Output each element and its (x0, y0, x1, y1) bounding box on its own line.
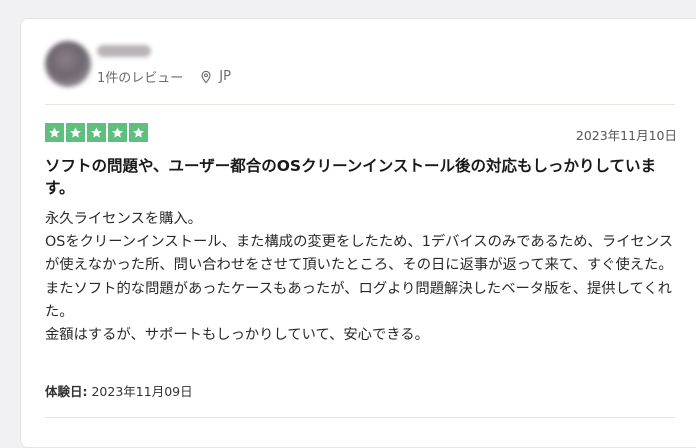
reviewer-country: JP (219, 69, 231, 84)
avatar[interactable] (45, 41, 91, 87)
experience-date-label: 体験日: (45, 384, 88, 399)
review-paragraph: またソフト的な問題があったケースもあったが、ログより問題解決したベータ版を、提供… (45, 280, 672, 320)
review-paragraph: 永久ライセンスを購入。 (45, 211, 202, 227)
review-count: 1件のレビュー (97, 71, 184, 86)
star-icon (108, 123, 127, 142)
review-date: 2023年11月10日 (575, 128, 677, 143)
reviewer-info: 1件のレビュー JP (45, 41, 675, 111)
divider (45, 104, 675, 105)
reviewer-name-blurred[interactable] (97, 45, 151, 57)
reviewer-meta: 1件のレビュー JP (97, 67, 231, 86)
review-paragraph: 金額はするが、サポートもしっかりしていて、安心できる。 (45, 327, 429, 344)
experience-date-value: 2023年11月09日 (91, 384, 193, 399)
star-icon (45, 123, 64, 142)
review-card: 1件のレビュー JP 2023年11月10日 ソフトの問題や、ユーザー都合のOS… (20, 18, 696, 448)
review-paragraph: OSをクリーンインストール、また構成の変更をしたため、1デバイスのみであるため、… (45, 234, 674, 274)
star-icon (129, 123, 148, 142)
review-body: 永久ライセンスを購入。 OSをクリーンインストール、また構成の変更をしたため、1… (45, 208, 675, 347)
star-icon (87, 123, 106, 142)
star-rating (45, 123, 148, 142)
divider (45, 417, 675, 418)
review-title[interactable]: ソフトの問題や、ユーザー都合のOSクリーンインストール後の対応もしっかりしていま… (45, 155, 675, 199)
star-icon (66, 123, 85, 142)
experience-date: 体験日: 2023年11月09日 (45, 381, 193, 400)
location-pin-icon (199, 70, 213, 84)
